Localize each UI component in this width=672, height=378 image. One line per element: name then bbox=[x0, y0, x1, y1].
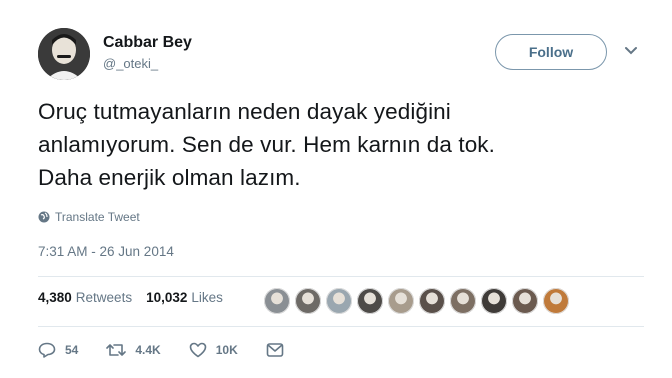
tweet-timestamp[interactable]: 7:31 AM - 26 Jun 2014 bbox=[38, 244, 174, 259]
user-handle[interactable]: @_oteki_ bbox=[103, 56, 158, 71]
liker-avatar[interactable] bbox=[481, 288, 507, 314]
divider bbox=[38, 326, 644, 327]
chevron-down-icon[interactable] bbox=[622, 44, 640, 58]
retweets-count[interactable]: 4,380 bbox=[38, 290, 72, 305]
tweet-line: anlamıyorum. Sen de vur. Hem karnın da t… bbox=[38, 132, 496, 157]
direct-message-button[interactable] bbox=[266, 342, 293, 358]
tweet-stats: 4,380 Retweets 10,032 Likes bbox=[38, 290, 237, 305]
avatar[interactable] bbox=[38, 28, 90, 80]
liker-avatar[interactable] bbox=[543, 288, 569, 314]
retweet-icon bbox=[106, 344, 127, 356]
message-icon bbox=[266, 343, 284, 357]
translate-label: Translate Tweet bbox=[55, 210, 140, 224]
retweet-button[interactable]: 4.4K bbox=[106, 342, 161, 358]
user-name[interactable]: Cabbar Bey bbox=[103, 34, 192, 52]
divider bbox=[38, 276, 644, 277]
heart-icon bbox=[189, 342, 207, 358]
likes-count[interactable]: 10,032 bbox=[146, 290, 187, 305]
liker-avatar[interactable] bbox=[419, 288, 445, 314]
liker-avatar[interactable] bbox=[512, 288, 538, 314]
liker-avatar[interactable] bbox=[357, 288, 383, 314]
liker-avatar[interactable] bbox=[295, 288, 321, 314]
retweets-label[interactable]: Retweets bbox=[76, 290, 132, 305]
liker-avatars bbox=[264, 288, 574, 314]
liker-avatar[interactable] bbox=[450, 288, 476, 314]
tweet-actions: 54 4.4K 10K bbox=[38, 342, 321, 358]
liker-avatar[interactable] bbox=[264, 288, 290, 314]
tweet-text: Oruç tutmayanların neden dayak yediğini … bbox=[38, 95, 648, 194]
follow-button[interactable]: Follow bbox=[495, 34, 607, 70]
liker-avatar[interactable] bbox=[326, 288, 352, 314]
like-button[interactable]: 10K bbox=[189, 342, 238, 358]
retweet-count: 4.4K bbox=[135, 343, 161, 357]
globe-icon bbox=[38, 211, 50, 223]
reply-icon bbox=[38, 342, 56, 358]
reply-button[interactable]: 54 bbox=[38, 342, 78, 358]
tweet-line: Oruç tutmayanların neden dayak yediğini bbox=[38, 99, 451, 124]
liker-avatar[interactable] bbox=[388, 288, 414, 314]
tweet-line: Daha enerjik olman lazım. bbox=[38, 165, 301, 190]
translate-tweet-link[interactable]: Translate Tweet bbox=[38, 210, 140, 224]
reply-count: 54 bbox=[65, 343, 79, 357]
like-count: 10K bbox=[215, 343, 238, 357]
likes-label[interactable]: Likes bbox=[191, 290, 223, 305]
